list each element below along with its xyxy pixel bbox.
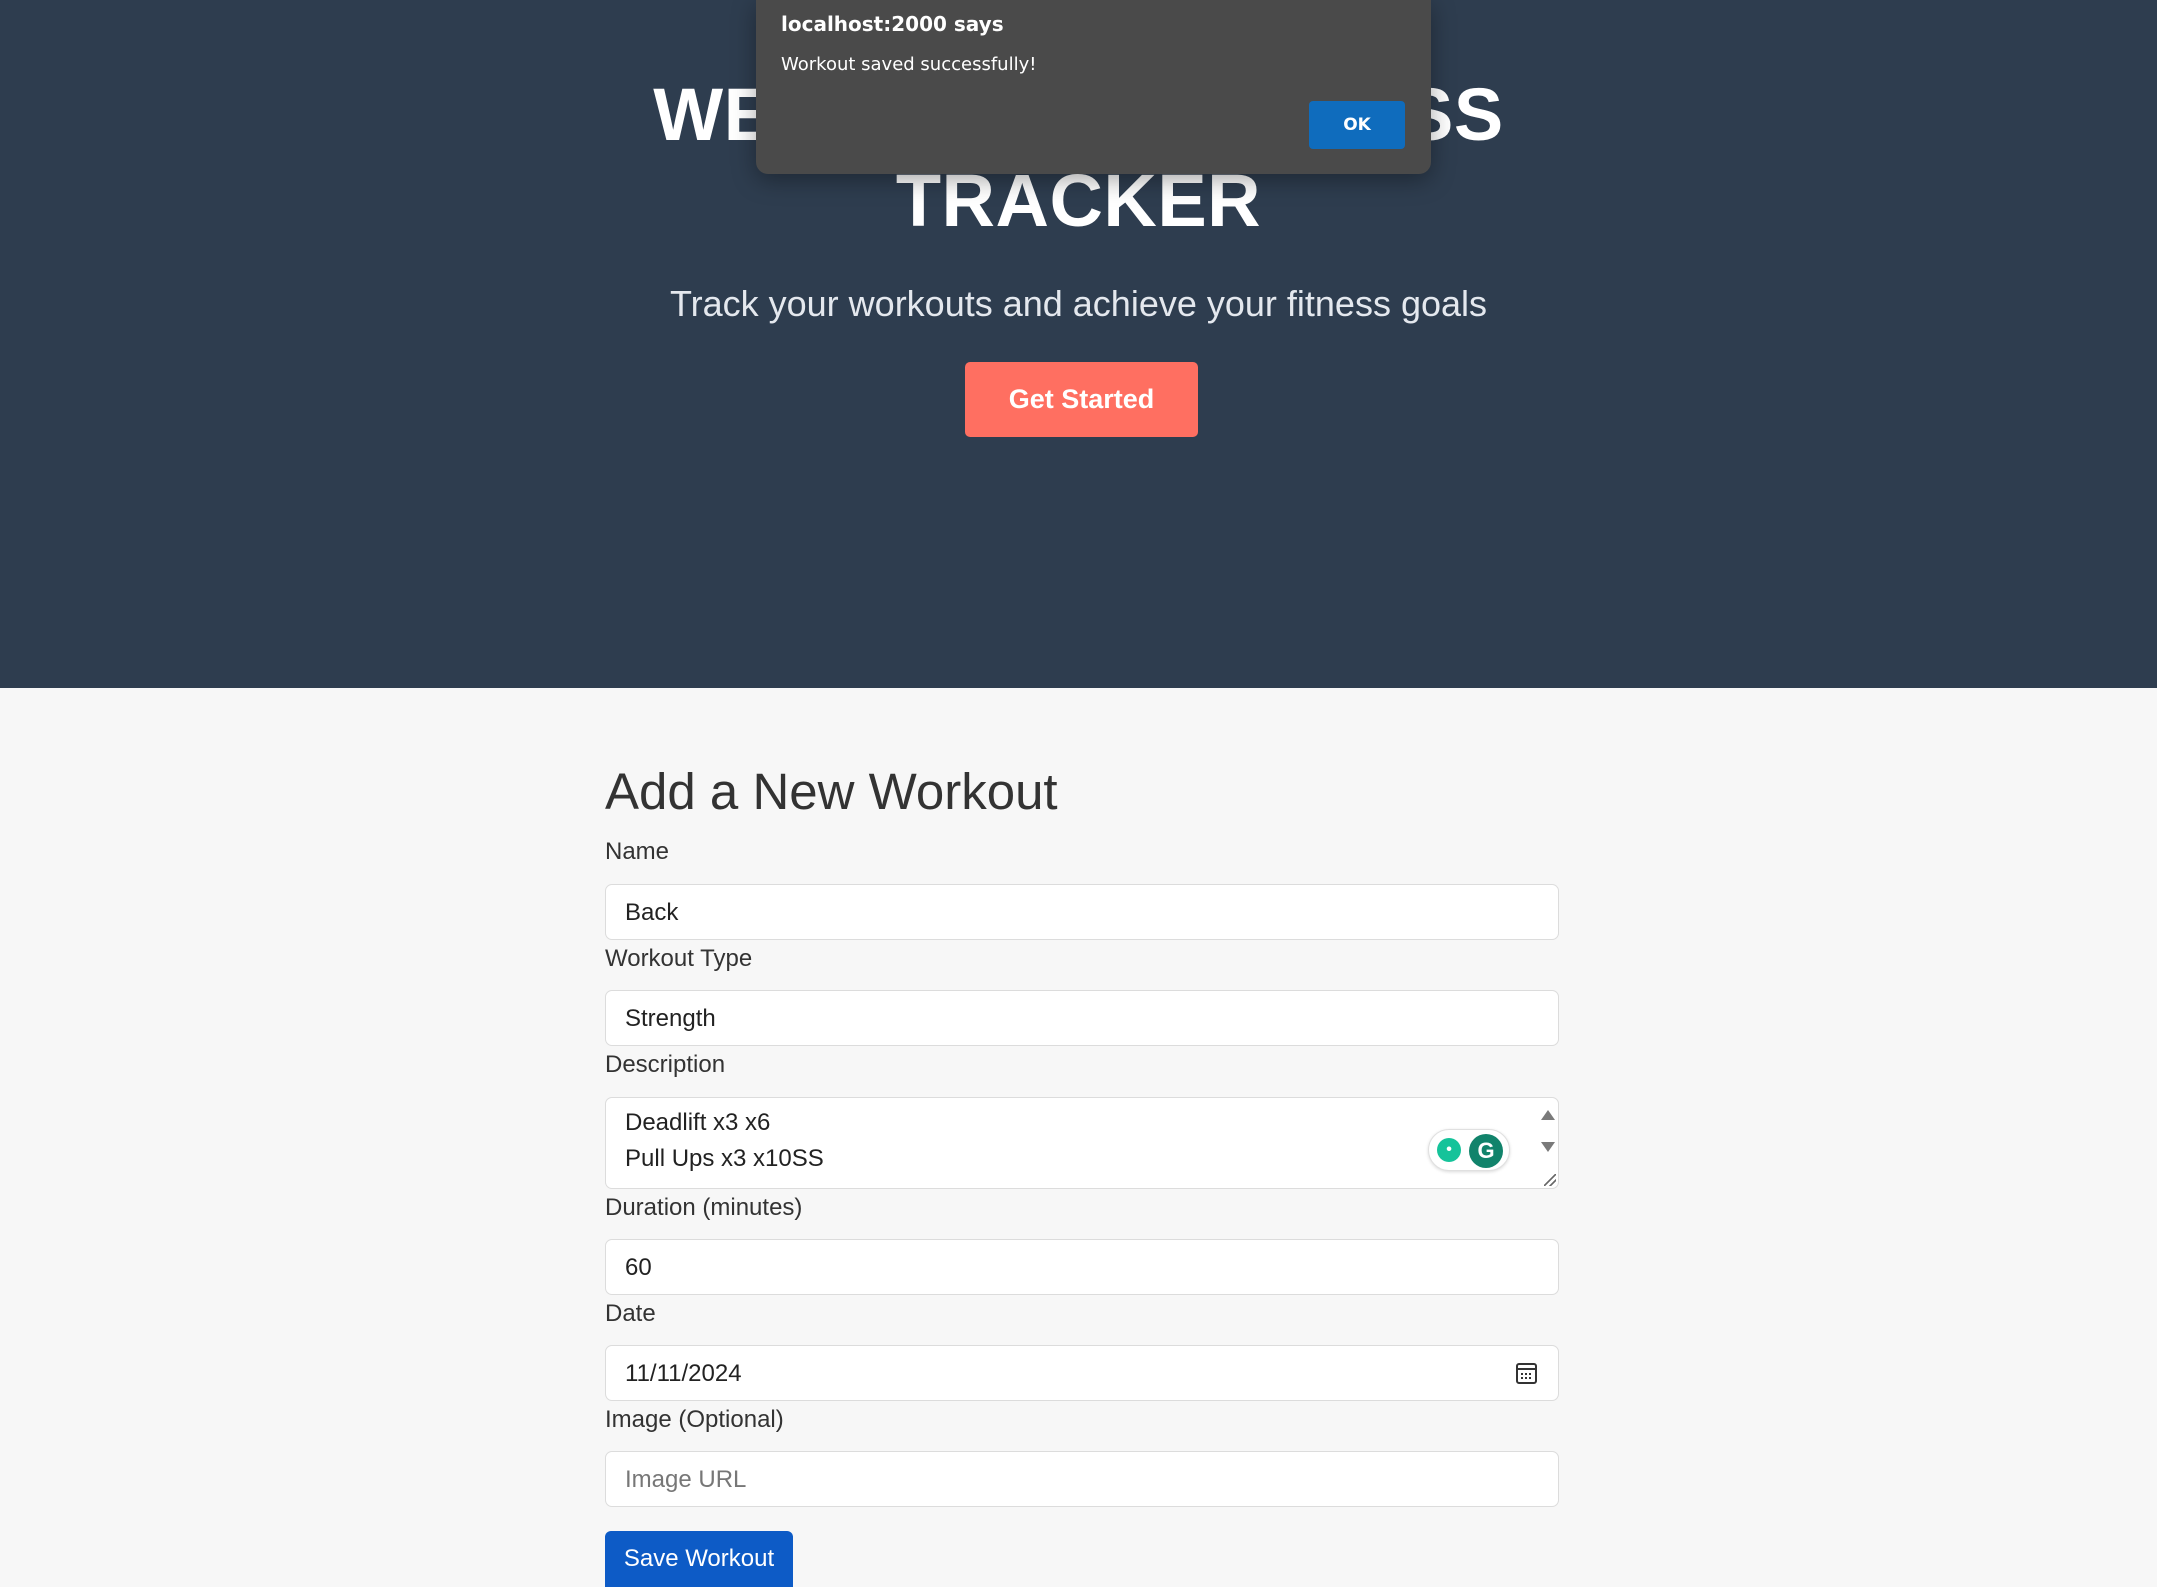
image-url-placeholder: Image URL: [625, 1466, 747, 1493]
name-value: Back: [625, 899, 679, 926]
calendar-icon[interactable]: [1516, 1363, 1537, 1384]
date-input[interactable]: 11/11/2024: [605, 1345, 1559, 1401]
name-input[interactable]: Back: [605, 884, 1559, 940]
hero-subtitle: Track your workouts and achieve your fit…: [669, 283, 1488, 324]
scroll-down-icon[interactable]: [1541, 1142, 1555, 1152]
grammarly-logo-icon[interactable]: G: [1469, 1134, 1503, 1168]
dialog-message: Workout saved successfully!: [781, 54, 1037, 75]
textarea-scrollbar[interactable]: [1536, 1098, 1558, 1188]
description-label: Description: [605, 1051, 726, 1078]
image-label: Image (Optional): [605, 1406, 784, 1433]
description-line: Pull Ups x3 x10SS: [625, 1145, 824, 1172]
grammarly-widget[interactable]: • G: [1428, 1129, 1510, 1171]
grammarly-bulb-icon[interactable]: •: [1437, 1138, 1461, 1162]
date-label: Date: [605, 1300, 656, 1327]
date-value: 11/11/2024: [625, 1360, 742, 1387]
scroll-up-icon[interactable]: [1541, 1110, 1555, 1120]
dialog-ok-button[interactable]: OK: [1309, 101, 1405, 149]
duration-label: Duration (minutes): [605, 1194, 803, 1221]
image-url-input[interactable]: Image URL: [605, 1451, 1559, 1507]
workout-type-input[interactable]: Strength: [605, 990, 1559, 1046]
workout-type-label: Workout Type: [605, 945, 753, 972]
get-started-button[interactable]: Get Started: [965, 362, 1198, 437]
alert-dialog: localhost:2000 says Workout saved succes…: [756, 0, 1431, 174]
description-line: Deadlift x3 x6: [625, 1109, 771, 1136]
dialog-title: localhost:2000 says: [781, 12, 1004, 36]
duration-input[interactable]: 60: [605, 1239, 1559, 1295]
resize-handle-icon[interactable]: [1544, 1174, 1556, 1186]
save-workout-button[interactable]: Save Workout: [605, 1531, 793, 1587]
workout-type-value: Strength: [625, 1005, 716, 1032]
form-heading: Add a New Workout: [605, 763, 1058, 820]
name-label: Name: [605, 838, 670, 865]
description-textarea[interactable]: Deadlift x3 x6 Pull Ups x3 x10SS • G: [605, 1097, 1559, 1189]
duration-value: 60: [625, 1254, 652, 1281]
